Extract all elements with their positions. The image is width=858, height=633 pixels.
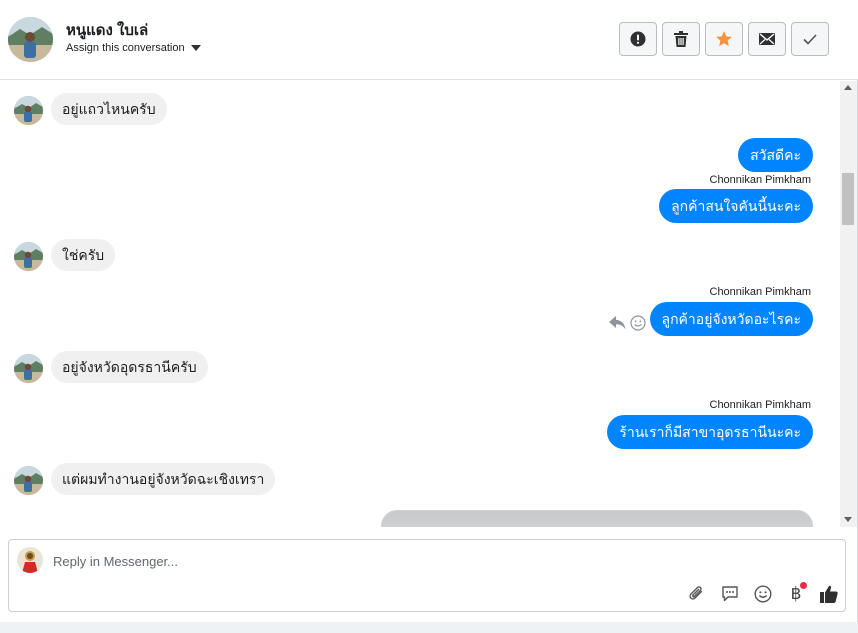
conversation-header: หนูแดง ใบเล่ Assign this conversation [0,0,858,80]
reply-icon[interactable] [609,316,626,330]
react-emoji-icon[interactable] [630,315,646,331]
conversation-window: หนูแดง ใบเล่ Assign this conversation อย… [0,0,858,622]
reply-input[interactable] [53,552,653,570]
scroll-down-arrow-icon[interactable] [844,517,852,522]
thumbs-up-icon [820,585,838,603]
incoming-message: อยู่แถวไหนครับ [51,93,167,125]
star-icon [716,31,732,47]
contact-avatar-small [14,466,43,495]
sender-name: Chonnikan Pimkham [709,174,812,186]
assign-label: Assign this conversation [66,42,185,54]
emoji-icon [754,585,772,603]
assign-conversation-dropdown[interactable]: Assign this conversation [66,42,201,54]
reply-composer: ฿ [8,539,846,612]
spam-button[interactable] [619,22,657,56]
contact-avatar-small [14,96,43,125]
contact-avatar-small [14,354,43,383]
attach-file-button[interactable] [685,582,709,606]
payment-button[interactable]: ฿ [784,582,808,606]
outgoing-message: ร้านเราก็มีสาขาอุดรธานีนะคะ [607,415,813,449]
exclamation-icon [630,31,646,47]
incoming-message: ใช่ครับ [51,239,116,271]
outgoing-image-attachment[interactable] [381,510,813,527]
checkmark-icon [803,33,817,45]
sender-name: Chonnikan Pimkham [709,286,812,298]
envelope-icon [759,33,775,45]
delete-button[interactable] [662,22,700,56]
chat-scrollbar[interactable] [840,81,857,527]
emoji-button[interactable] [751,582,775,606]
trash-icon [674,31,688,47]
contact-avatar[interactable] [8,17,53,62]
outgoing-message: ลูกค้าสนใจคันนี้นะคะ [659,189,813,223]
incoming-message: อยู่จังหวัดอุดรธานีครับ [51,351,208,383]
outgoing-message: สวัสดีคะ [738,138,813,172]
star-button[interactable] [705,22,743,56]
incoming-message: แต่ผมทำงานอยู่จังหวัดฉะเชิงเทรา [51,463,276,495]
message-thread: อยู่แถวไหนครับ สวัสดีคะ Chonnikan Pimkha… [0,81,840,527]
done-button[interactable] [791,22,829,56]
page-avatar [17,547,43,573]
notification-dot [800,582,807,589]
like-button[interactable] [817,582,841,606]
outgoing-message: ลูกค้าอยู่จังหวัดอะไรคะ [649,302,813,336]
scroll-up-arrow-icon[interactable] [844,85,852,90]
caret-down-icon [190,45,201,51]
composer-tools: ฿ [685,582,841,606]
paperclip-icon [689,586,703,600]
contact-avatar-small [14,242,43,271]
sender-name: Chonnikan Pimkham [709,399,812,411]
saved-replies-button[interactable] [718,582,742,606]
header-actions [619,22,829,56]
mark-unread-button[interactable] [748,22,786,56]
contact-name: หนูแดง ใบเล่ [66,22,149,39]
scrollbar-thumb[interactable] [842,173,854,225]
quick-reply-icon [722,586,738,602]
message-actions [609,315,646,331]
